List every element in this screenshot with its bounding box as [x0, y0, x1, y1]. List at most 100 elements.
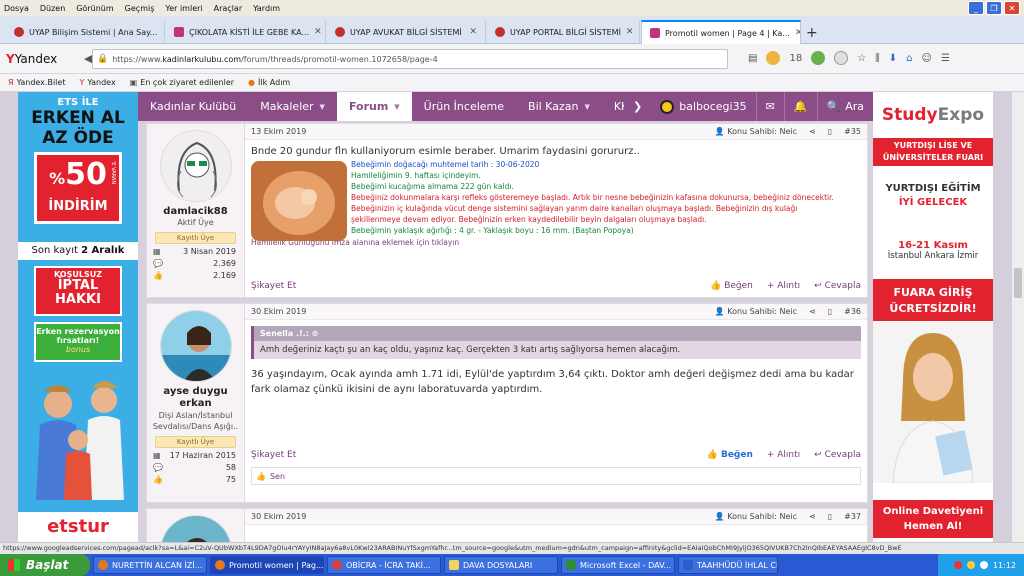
bookmark-icon[interactable]: ▯	[828, 307, 832, 316]
reader-icon[interactable]: ▤	[748, 53, 757, 64]
free-entry: FUARA GİRİŞ ÜCRETSİZDİR!	[873, 279, 993, 321]
browser-tab[interactable]: UYAP AVUKAT BİLGİ SİSTEMİ ✕	[327, 20, 486, 44]
nav-forum[interactable]: Forum ▼	[336, 92, 412, 121]
nav-scroll-right[interactable]: ❯	[624, 92, 651, 121]
nav-articles[interactable]: Makaleler ▼	[248, 92, 337, 121]
taskbar-item-active[interactable]: Promotil women | Pag...	[210, 556, 324, 574]
quote-button[interactable]: + Alıntı	[767, 450, 800, 460]
bookmark-item[interactable]: ● İlk Adım	[248, 78, 290, 87]
thumbs-up-icon: 👍	[256, 471, 266, 481]
close-tab-icon[interactable]: ✕	[469, 27, 477, 37]
download-icon[interactable]: ⬇	[889, 53, 897, 64]
user-menu[interactable]: balbocegi35	[651, 92, 755, 121]
tray-icon[interactable]	[953, 561, 962, 569]
reply-icon: ↩	[814, 281, 822, 291]
bookmark-item[interactable]: Я Yandex.Bilet	[8, 78, 65, 87]
post-date[interactable]: 30 Ekim 2019	[251, 307, 306, 316]
sync-icon[interactable]: ☺	[922, 53, 932, 64]
minimize-icon[interactable]: _	[968, 1, 984, 15]
user-name[interactable]: ayse duygu erkan	[147, 386, 244, 410]
nav-home[interactable]: Kadınlar Kulübü	[138, 92, 248, 121]
scrollbar-thumb[interactable]	[1014, 268, 1022, 298]
browser-tab[interactable]: UYAP PORTAL BİLGİ SİSTEMİ ✕	[487, 20, 640, 44]
post-date[interactable]: 30 Ekim 2019	[251, 512, 306, 521]
user-messages: 💬 58	[147, 462, 244, 474]
close-tab-icon[interactable]: ✕	[626, 27, 634, 37]
bookmark-icon[interactable]: ▯	[828, 512, 832, 521]
menu-view[interactable]: Görünüm	[76, 4, 113, 13]
user-name[interactable]: damlacik88	[147, 206, 244, 217]
close-tab-icon[interactable]: ✕	[162, 27, 164, 37]
taskbar-item[interactable]: TAAHHÜDÜ İHLAL CE...	[678, 556, 778, 574]
right-ad-banner[interactable]: Study Expo YURTDIŞI LİSE VE ÜNİVERSİTELER…	[873, 92, 993, 542]
avatar-drawing	[176, 141, 217, 198]
browser-tab[interactable]: UYAP Bilişim Sistemi | Ana Say... ✕	[6, 20, 165, 44]
close-icon[interactable]: ✕	[1004, 1, 1020, 15]
nav-quiz[interactable]: Bil Kazan ▼	[516, 92, 602, 121]
quote-button[interactable]: + Alıntı	[767, 281, 800, 291]
avatar[interactable]	[159, 130, 232, 202]
menu-bookmarks[interactable]: Yer imleri	[165, 4, 202, 13]
like-button[interactable]: 👍 Beğen	[710, 281, 753, 291]
messages-button[interactable]: ✉	[757, 92, 784, 121]
reply-button[interactable]: ↩ Cevapla	[814, 450, 861, 460]
reply-button[interactable]: ↩ Cevapla	[814, 281, 861, 291]
left-ad-banner[interactable]: ETS İLE ERKEN AL AZ ÖDE %50 'E VARAN İND…	[18, 92, 138, 542]
post-body: 30 Ekim 2019 👤 Konu Sahibi: Neic ⋖ ▯ #37	[245, 509, 867, 542]
browser-tab-active[interactable]: Promotil women | Page 4 | Ka... ✕	[641, 20, 801, 44]
volume-icon[interactable]	[979, 561, 988, 569]
new-tab-icon[interactable]: +	[806, 25, 818, 41]
search-button[interactable]: 🔍 Ara	[818, 92, 874, 121]
user-joined: ▦ 17 Haziran 2015	[147, 450, 244, 462]
menu-icon[interactable]: ☰	[941, 53, 950, 64]
yandex-icon: Я	[8, 78, 14, 87]
address-bar[interactable]: 🔒 https://www. kadinlarkulubu.com/forum/t…	[92, 49, 728, 69]
close-tab-icon[interactable]: ✕	[795, 28, 800, 38]
browser-tab[interactable]: ÇIKOLATA KİSTİ İLE GEBE KA... ✕	[166, 20, 326, 44]
menu-help[interactable]: Yardım	[253, 4, 280, 13]
cta-button[interactable]: Online Davetiyeni Hemen Al!	[873, 500, 993, 538]
share-icon[interactable]: ⋖	[809, 512, 816, 521]
post-number[interactable]: #36	[844, 307, 861, 316]
taskbar-item[interactable]: NURETTİN ALCAN İZİ...	[93, 556, 207, 574]
post-date[interactable]: 13 Ekim 2019	[251, 127, 306, 136]
taskbar-item[interactable]: OBİCRA - İCRA TAKİ...	[327, 556, 441, 574]
menu-file[interactable]: Dosya	[4, 4, 29, 13]
extension-icon[interactable]	[811, 51, 826, 65]
tray-icon[interactable]	[966, 561, 975, 569]
share-icon[interactable]: ⋖	[809, 307, 816, 316]
alerts-button[interactable]: 🔔	[785, 92, 817, 121]
extension-icon[interactable]	[834, 51, 849, 65]
yandex-logo[interactable]: YYandex	[6, 52, 57, 66]
bookmark-item[interactable]: Y Yandex	[79, 78, 115, 87]
post-number[interactable]: #35	[844, 127, 861, 136]
menu-bar: Dosya Düzen Görünüm Geçmiş Yer imleri Ar…	[0, 0, 1024, 16]
home-icon[interactable]: ⌂	[906, 53, 912, 64]
clock[interactable]: 11:12	[993, 561, 1016, 570]
taskbar-item[interactable]: Microsoft Excel - DAV...	[561, 556, 675, 574]
weather-icon[interactable]	[766, 51, 781, 65]
start-button[interactable]: Başlat	[0, 554, 90, 576]
report-button[interactable]: Şikayet Et	[251, 281, 296, 291]
bookmark-item[interactable]: ▣ En çok ziyaret edilenler	[130, 78, 234, 87]
avatar[interactable]	[159, 310, 232, 382]
page-scrollbar[interactable]	[1012, 92, 1024, 542]
like-button[interactable]: 👍 Beğen	[707, 450, 753, 460]
task-label: Microsoft Excel - DAV...	[580, 560, 672, 570]
menu-edit[interactable]: Düzen	[40, 4, 65, 13]
menu-history[interactable]: Geçmiş	[125, 4, 155, 13]
restore-icon[interactable]: ❐	[986, 1, 1002, 15]
post-number[interactable]: #37	[844, 512, 861, 521]
bookmark-star-icon[interactable]: ☆	[857, 53, 866, 64]
menu-tools[interactable]: Araçlar	[214, 4, 242, 13]
share-icon[interactable]: ⋖	[809, 127, 816, 136]
library-icon[interactable]: ⫼	[875, 53, 880, 64]
report-button[interactable]: Şikayet Et	[251, 450, 296, 460]
bookmark-icon[interactable]: ▯	[828, 127, 832, 136]
taskbar-item[interactable]: DAVA DOSYALARI	[444, 556, 558, 574]
nav-product-review[interactable]: Ürün İnceleme	[412, 92, 516, 121]
avatar[interactable]	[159, 515, 232, 542]
quote-author[interactable]: Senella .!.: ⊙	[254, 326, 861, 341]
liked-by[interactable]: Sen	[270, 472, 285, 481]
close-tab-icon[interactable]: ✕	[314, 27, 322, 37]
